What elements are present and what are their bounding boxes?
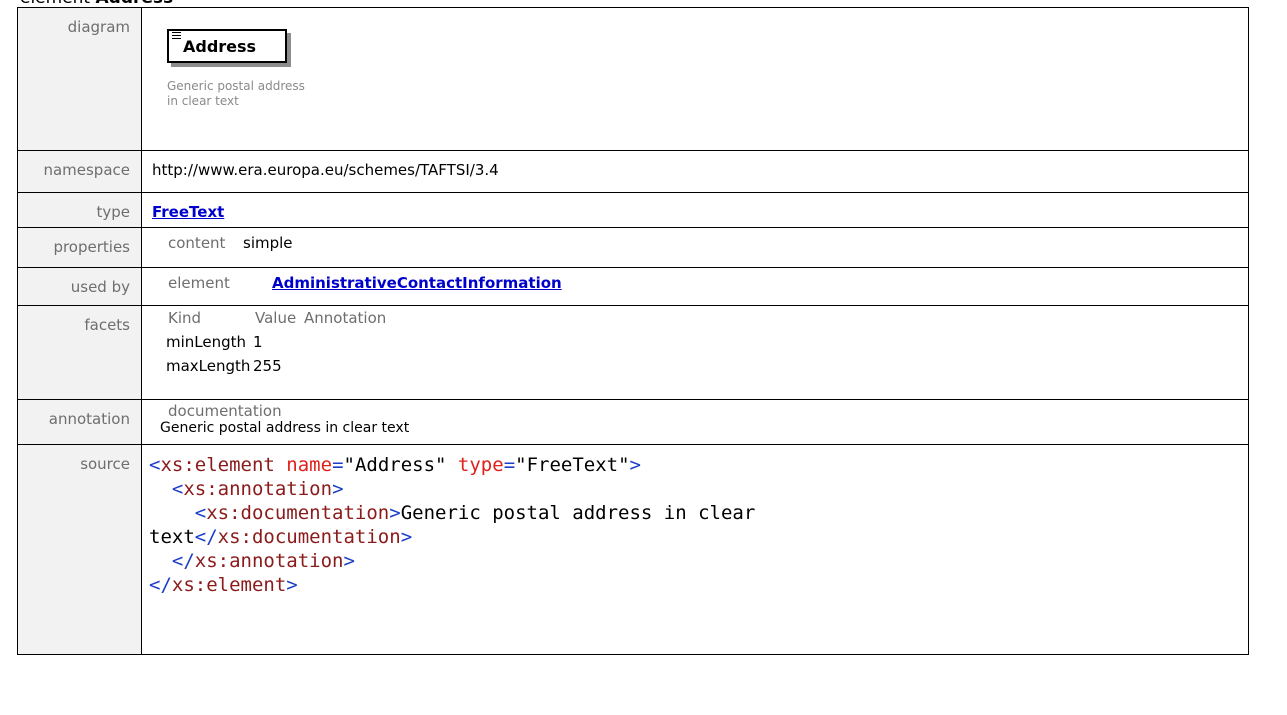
row-used-by: used by element AdministrativeContactInf…	[17, 267, 1249, 306]
row-diagram: diagram Address Generic postal address i…	[17, 7, 1249, 151]
used-by-key: element	[168, 274, 230, 292]
facet-value: 255	[253, 357, 282, 375]
row-label-properties: properties	[17, 227, 142, 268]
row-facets: facets Kind Value Annotation minLength 1…	[17, 305, 1249, 400]
used-by-link[interactable]: AdministrativeContactInformation	[272, 274, 1248, 292]
row-label-diagram: diagram	[17, 7, 142, 151]
facets-header-kind: Kind	[168, 309, 202, 327]
row-label-facets: facets	[17, 305, 142, 400]
annotation-cell: documentation Generic postal address in …	[141, 399, 1249, 445]
facets-grid: Kind Value Annotation minLength 1 maxLen…	[166, 309, 1248, 375]
row-source: source <xs:element name="Address" type="…	[17, 444, 1249, 655]
row-properties: properties content simple	[17, 227, 1249, 268]
row-label-type: type	[17, 192, 142, 228]
properties-cell: content simple	[141, 227, 1249, 268]
used-by-cell: element AdministrativeContactInformation	[141, 267, 1249, 306]
facets-cell: Kind Value Annotation minLength 1 maxLen…	[141, 305, 1249, 400]
element-doc-table: diagram Address Generic postal address i…	[17, 7, 1249, 655]
facet-kind: minLength	[166, 333, 247, 351]
type-cell: FreeText	[141, 192, 1249, 228]
element-lines-icon	[172, 32, 181, 41]
row-label-namespace: namespace	[17, 150, 142, 193]
facets-header-annotation: Annotation	[304, 309, 387, 327]
type-link[interactable]: FreeText	[152, 203, 224, 221]
properties-key: content	[168, 234, 226, 252]
diagram-element-name: Address	[183, 37, 257, 56]
diagram-documentation: Generic postal address in clear text	[167, 79, 305, 108]
source-code: <xs:element name="Address" type="FreeTex…	[149, 454, 756, 596]
row-label-annotation: annotation	[17, 399, 142, 445]
row-namespace: namespace http://www.era.europa.eu/schem…	[17, 150, 1249, 193]
facets-header-value: Value	[255, 309, 297, 327]
facet-kind: maxLength	[166, 357, 251, 375]
namespace-value: http://www.era.europa.eu/schemes/TAFTSI/…	[141, 150, 1249, 193]
diagram-element-box[interactable]: Address	[167, 29, 287, 63]
row-type: type FreeText	[17, 192, 1249, 228]
row-annotation: annotation documentation Generic postal …	[17, 399, 1249, 445]
diagram-cell: Address Generic postal address in clear …	[141, 7, 1249, 151]
annotation-value: Generic postal address in clear text	[160, 420, 410, 436]
facet-value: 1	[253, 333, 263, 351]
source-cell: <xs:element name="Address" type="FreeTex…	[141, 444, 1249, 655]
properties-value: simple	[243, 234, 293, 252]
row-label-used-by: used by	[17, 267, 142, 306]
annotation-key: documentation	[168, 402, 282, 420]
row-label-source: source	[17, 444, 142, 655]
